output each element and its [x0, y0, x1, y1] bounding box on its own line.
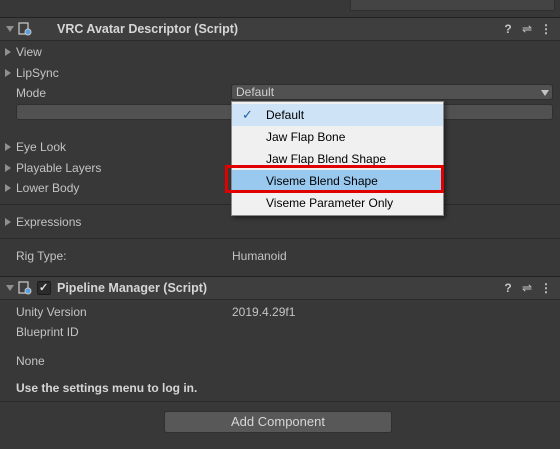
expressions-foldout[interactable]: Expressions: [16, 215, 81, 229]
help-icon[interactable]: ?: [502, 282, 514, 294]
component-title: VRC Avatar Descriptor (Script): [57, 22, 239, 36]
context-menu-icon[interactable]: ⋮: [540, 282, 552, 294]
unity-version-value: 2019.4.29f1: [232, 305, 296, 319]
presets-icon[interactable]: ⇌: [521, 282, 533, 294]
help-icon[interactable]: ?: [502, 23, 514, 35]
top-field-remnant: [350, 0, 555, 11]
view-foldout-arrow-icon[interactable]: [5, 48, 11, 56]
eye-look-foldout[interactable]: Eye Look: [16, 140, 66, 154]
check-icon: ✓: [242, 107, 253, 122]
playable-layers-arrow-icon[interactable]: [5, 164, 11, 172]
enabled-checkbox[interactable]: ✓: [37, 281, 51, 295]
add-component-button[interactable]: Add Component: [164, 411, 392, 433]
collapse-arrow-icon[interactable]: [6, 26, 14, 32]
unity-version-label: Unity Version: [16, 305, 87, 319]
script-icon: [18, 281, 32, 295]
login-message: Use the settings menu to log in.: [16, 381, 198, 395]
eye-look-arrow-icon[interactable]: [5, 143, 11, 151]
lipsync-foldout-arrow-icon[interactable]: [5, 69, 11, 77]
divider: [0, 238, 560, 239]
view-foldout[interactable]: View: [16, 45, 42, 59]
mode-label: Mode: [16, 86, 47, 100]
check-icon: ✓: [39, 282, 49, 294]
component-header-pipeline[interactable]: ✓ Pipeline Manager (Script) ? ⇌ ⋮: [0, 276, 560, 300]
blueprint-id-label: Blueprint ID: [16, 325, 79, 339]
lower-body-foldout[interactable]: Lower Body: [16, 181, 79, 195]
playable-layers-foldout[interactable]: Playable Layers: [16, 161, 101, 175]
context-menu-icon[interactable]: ⋮: [540, 23, 552, 35]
menu-item-label: Viseme Parameter Only: [266, 196, 394, 210]
lipsync-foldout[interactable]: LipSync: [16, 66, 59, 80]
rig-type-value: Humanoid: [232, 249, 287, 263]
presets-icon[interactable]: ⇌: [521, 23, 533, 35]
highlight-annotation-box: [225, 165, 444, 193]
component-header-descriptor[interactable]: VRC Avatar Descriptor (Script) ? ⇌ ⋮: [0, 17, 560, 41]
lower-body-arrow-icon[interactable]: [5, 184, 11, 192]
mode-dropdown[interactable]: Default: [231, 84, 553, 100]
mode-dropdown-menu: ✓ Default Jaw Flap Bone Jaw Flap Blend S…: [231, 101, 444, 216]
script-icon: [18, 22, 32, 36]
menu-item-label: Default: [266, 108, 305, 122]
dropdown-arrow-icon: [541, 90, 549, 96]
menu-item-viseme-parameter-only[interactable]: Viseme Parameter Only: [232, 192, 443, 214]
menu-item-label: Jaw Flap Bone: [266, 130, 346, 144]
menu-item-jaw-flap-bone[interactable]: Jaw Flap Bone: [232, 126, 443, 148]
divider: [0, 401, 560, 402]
none-label: None: [16, 354, 45, 368]
rig-type-label: Rig Type:: [16, 249, 67, 263]
component-title: Pipeline Manager (Script): [57, 281, 208, 295]
menu-item-default[interactable]: ✓ Default: [232, 104, 443, 126]
collapse-arrow-icon[interactable]: [6, 285, 14, 291]
mode-dropdown-value: Default: [236, 85, 275, 99]
expressions-arrow-icon[interactable]: [5, 218, 11, 226]
